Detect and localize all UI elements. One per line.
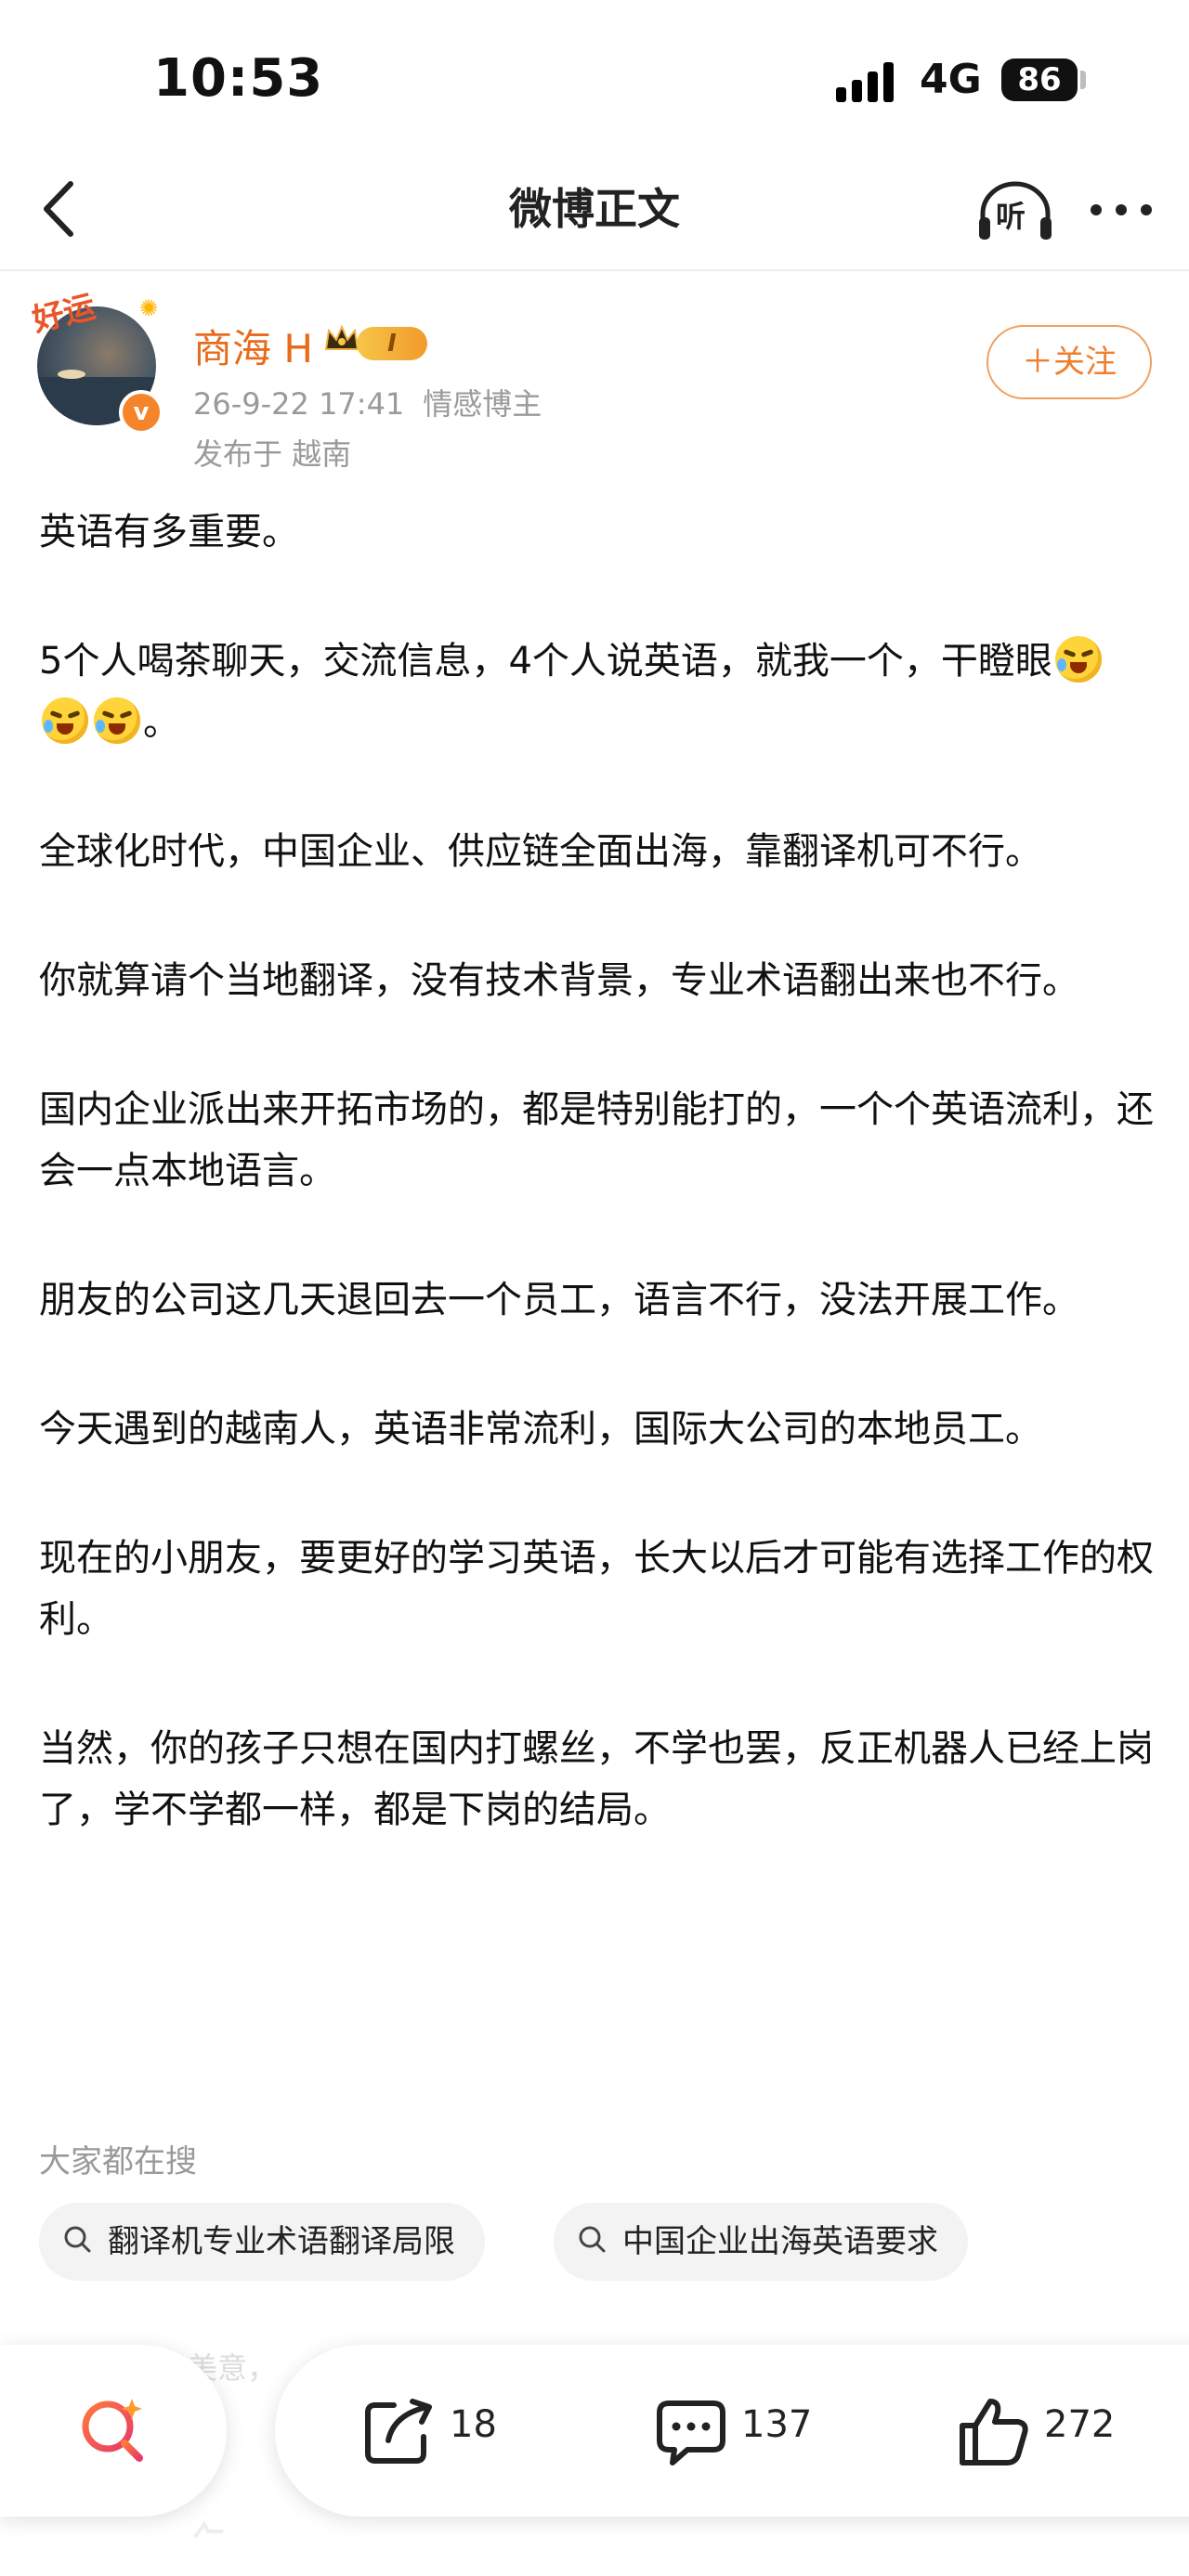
listen-label: 听 bbox=[996, 199, 1026, 234]
comment-icon bbox=[657, 2400, 725, 2465]
laugh-cry-emoji-icon bbox=[1054, 636, 1102, 683]
network-label: 4G bbox=[920, 56, 982, 103]
avatar-sun bbox=[58, 370, 85, 379]
author-name[interactable]: 商海 H bbox=[193, 318, 313, 374]
repost-icon bbox=[365, 2399, 432, 2464]
faded-like-icon bbox=[176, 2518, 251, 2556]
post-date: 26-9-22 17:41 bbox=[193, 386, 405, 422]
crown-icon bbox=[323, 323, 360, 355]
post-paragraph: 英语有多重要。 bbox=[39, 511, 299, 553]
search-chip-label: 中国企业出海英语要求 bbox=[622, 2223, 938, 2260]
post-paragraph: 你就算请个当地翻译，没有技术背景，专业术语翻出来也不行。 bbox=[39, 959, 1079, 1002]
post-paragraph-text: 5个人喝茶聊天，交流信息，4个人说英语，就我一个，干瞪眼 bbox=[39, 640, 1052, 683]
search-chip[interactable]: 中国企业出海英语要求 bbox=[554, 2203, 968, 2281]
post-paragraph: 现在的小朋友，要更好的学习英语，长大以后才可能有选择工作的权利。 bbox=[39, 1537, 1154, 1641]
sparkle-icon: ✺ bbox=[139, 295, 159, 321]
laugh-cry-emoji-icon bbox=[42, 697, 88, 744]
comment-count: 137 bbox=[741, 2403, 813, 2446]
post-body: 英语有多重要。 5个人喝茶聊天，交流信息，4个人说英语，就我一个，干瞪眼。 全球… bbox=[39, 501, 1154, 1908]
post-meta: 26-9-22 17:41 情感博主 bbox=[193, 381, 542, 423]
post-paragraph: 今天遇到的越南人，英语非常流利，国际大公司的本地员工。 bbox=[39, 1408, 1042, 1451]
author-tag: 情感博主 bbox=[423, 386, 542, 422]
post-paragraph: 朋友的公司这几天退回去一个员工，语言不行，没法开展工作。 bbox=[39, 1279, 1079, 1321]
post-paragraph-with-emoji: 5个人喝茶聊天，交流信息，4个人说英语，就我一个，干瞪眼。 bbox=[39, 631, 1154, 753]
level-badge: I bbox=[357, 327, 427, 360]
more-options-icon[interactable] bbox=[1087, 188, 1156, 230]
status-bar: 10:53 4G 86 bbox=[0, 0, 1189, 149]
like-count: 272 bbox=[1044, 2403, 1116, 2446]
laugh-cry-emoji-icon bbox=[94, 697, 140, 744]
nav-bar: 微博正文 听 bbox=[0, 149, 1189, 271]
trending-search-heading: 大家都在搜 bbox=[39, 2143, 197, 2180]
search-icon bbox=[64, 2226, 91, 2253]
repost-count: 18 bbox=[450, 2403, 497, 2446]
listen-headphone-icon[interactable]: 听 bbox=[975, 176, 1055, 243]
verified-badge: v bbox=[119, 390, 163, 435]
post-paragraph: 国内企业派出来开拓市场的，都是特别能打的，一个个英语流利，还会一点本地语言。 bbox=[39, 1088, 1154, 1192]
post-location: 发布于 越南 bbox=[193, 436, 352, 472]
post-paragraph: 全球化时代，中国企业、供应链全面出海，靠翻译机可不行。 bbox=[39, 830, 1042, 873]
thumbs-up-icon bbox=[960, 2399, 1028, 2465]
ai-search-icon[interactable] bbox=[76, 2391, 150, 2465]
status-time: 10:53 bbox=[153, 48, 324, 109]
post-paragraph: 当然，你的孩子只想在国内打螺丝，不学也罢，反正机器人已经上岗了，学不学都一样，都… bbox=[39, 1727, 1154, 1831]
battery-icon: 86 bbox=[1001, 59, 1078, 101]
search-icon bbox=[579, 2226, 606, 2253]
battery-tip bbox=[1080, 71, 1086, 89]
search-chip-label: 翻译机专业术语翻译局限 bbox=[108, 2223, 455, 2260]
follow-button[interactable]: ＋关注 bbox=[986, 325, 1152, 399]
search-chip[interactable]: 翻译机专业术语翻译局限 bbox=[39, 2203, 485, 2281]
back-arrow-icon[interactable] bbox=[33, 176, 89, 241]
battery-level: 86 bbox=[1017, 61, 1062, 98]
signal-icon bbox=[836, 61, 901, 102]
post-paragraph-end: 。 bbox=[143, 701, 180, 744]
